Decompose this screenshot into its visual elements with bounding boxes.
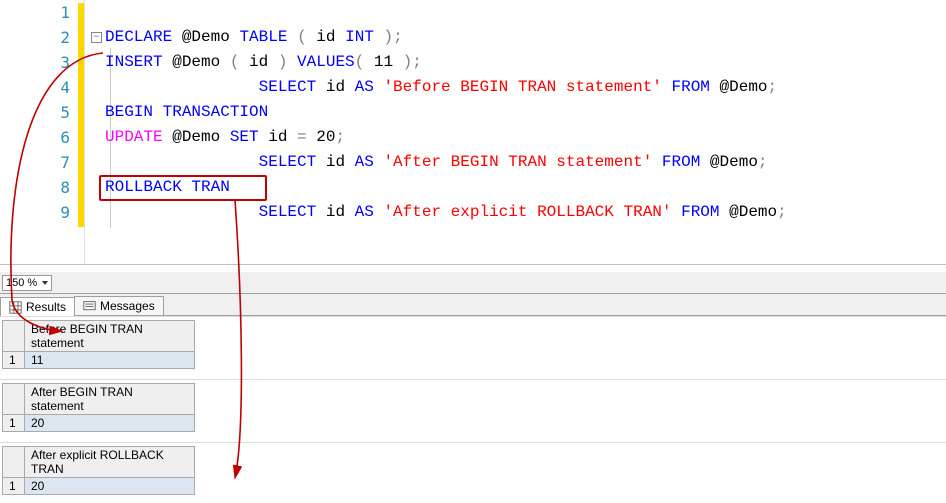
grid-corner[interactable]: [3, 321, 25, 352]
kw-declare: DECLARE: [105, 28, 172, 46]
gutter: 1 2 3 4 5 6 7 8 9 −: [0, 0, 85, 264]
result-block: After explicit ROLLBACK TRAN 120: [0, 442, 946, 495]
zoom-bar: 150 %: [0, 272, 946, 294]
grid-corner[interactable]: [3, 384, 25, 415]
line-number: 3: [0, 53, 70, 72]
result-block: Before BEGIN TRAN statement 111: [0, 316, 946, 369]
tab-results-label: Results: [26, 300, 66, 314]
row-number[interactable]: 1: [3, 415, 25, 432]
row-number[interactable]: 1: [3, 478, 25, 495]
zoom-dropdown[interactable]: 150 %: [2, 275, 52, 291]
line-number: 8: [0, 178, 70, 197]
grid-corner[interactable]: [3, 447, 25, 478]
column-header[interactable]: After BEGIN TRAN statement: [25, 384, 195, 415]
result-grid[interactable]: After BEGIN TRAN statement 120: [2, 383, 195, 432]
line-number: 7: [0, 153, 70, 172]
line-number: 5: [0, 103, 70, 122]
line-number: 2: [0, 28, 70, 47]
line-number: 9: [0, 203, 70, 222]
result-grid[interactable]: After explicit ROLLBACK TRAN 120: [2, 446, 195, 495]
zoom-value: 150 %: [6, 277, 37, 289]
messages-icon: [83, 300, 96, 313]
result-block: After BEGIN TRAN statement 120: [0, 379, 946, 432]
grid-icon: [9, 301, 22, 314]
results-tabs: Results Messages: [0, 294, 946, 316]
cell-value[interactable]: 20: [25, 415, 195, 432]
result-grid[interactable]: Before BEGIN TRAN statement 111: [2, 320, 195, 369]
column-header[interactable]: After explicit ROLLBACK TRAN: [25, 447, 195, 478]
results-pane: Before BEGIN TRAN statement 111 After BE…: [0, 316, 946, 503]
cell-value[interactable]: 20: [25, 478, 195, 495]
cell-value[interactable]: 11: [25, 352, 195, 369]
column-header[interactable]: Before BEGIN TRAN statement: [25, 321, 195, 352]
code-area[interactable]: DECLARE @Demo TABLE ( id INT ); INSERT @…: [85, 0, 946, 264]
row-number[interactable]: 1: [3, 352, 25, 369]
line-number: 6: [0, 128, 70, 147]
code-editor[interactable]: 1 2 3 4 5 6 7 8 9 − DECLARE @Demo TABLE …: [0, 0, 946, 265]
change-marker: [78, 3, 84, 227]
line-number: 4: [0, 78, 70, 97]
line-number: 1: [0, 3, 70, 22]
tab-results[interactable]: Results: [0, 297, 75, 316]
tab-messages-label: Messages: [100, 299, 155, 313]
annotation-box-rollback: [99, 175, 267, 201]
tab-messages[interactable]: Messages: [74, 296, 164, 315]
chevron-down-icon: [42, 281, 48, 285]
